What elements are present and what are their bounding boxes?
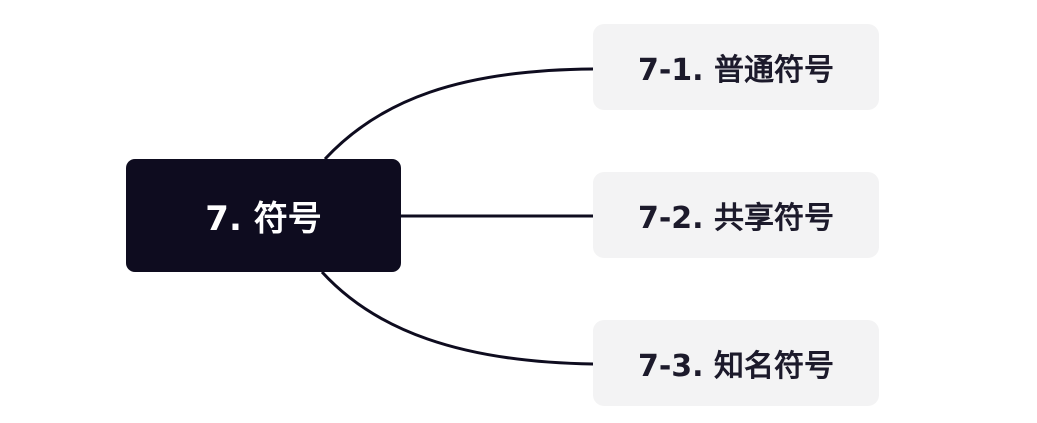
child-node-3[interactable]: 7-3. 知名符号: [593, 320, 879, 406]
connector-to-child-1: [323, 67, 594, 161]
root-node[interactable]: 7. 符号: [126, 159, 401, 272]
child-node-1[interactable]: 7-1. 普通符号: [593, 24, 879, 110]
child-node-2-label: 7-2. 共享符号: [637, 201, 835, 236]
child-node-1-label: 7-1. 普通符号: [637, 53, 835, 88]
root-node-label: 7. 符号: [205, 199, 322, 239]
child-node-2[interactable]: 7-2. 共享符号: [593, 172, 879, 258]
child-node-3-label: 7-3. 知名符号: [637, 349, 835, 384]
connector-to-child-3: [320, 270, 594, 366]
